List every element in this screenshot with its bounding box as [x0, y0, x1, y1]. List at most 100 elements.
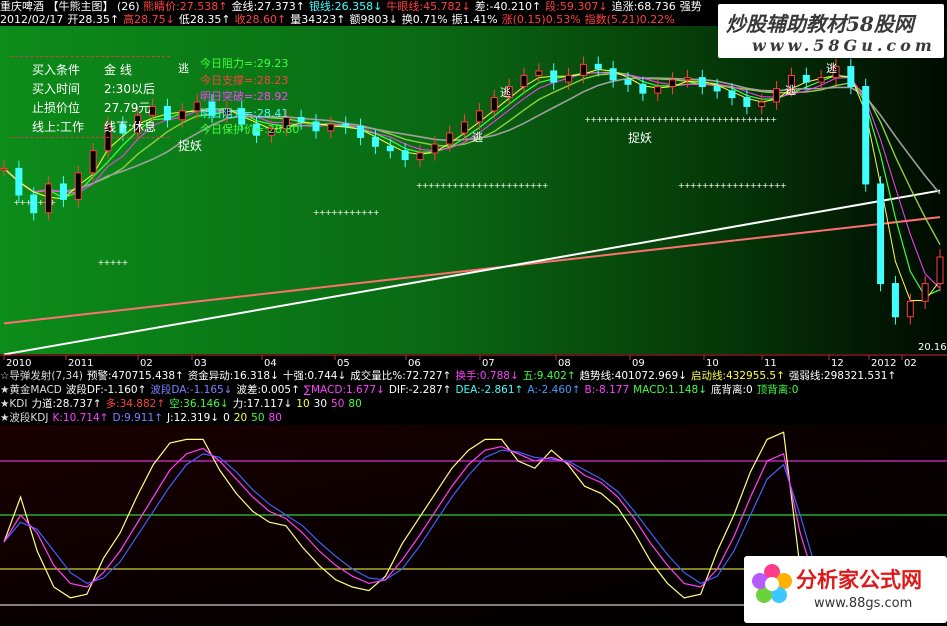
axis-tick-label: 03 — [194, 358, 207, 369]
indicator-item: ∑MACD:1.677↓ — [303, 384, 385, 396]
indicator-item: 资金异动:16.318↓ — [187, 370, 279, 382]
watermark-bottom-url: www.88gs.com — [814, 596, 913, 611]
indicator-row[interactable]: ☆导弹发射(7,34) 预警:470715.438↑ 资金异动:16.318↓ 十强:… — [0, 369, 947, 383]
formula-tab[interactable]: 【牛熊主图】 — [48, 0, 114, 13]
indicator-item: ★KDI — [0, 398, 28, 410]
indicator-item: 强弱线:298321.531↑ — [788, 370, 897, 382]
header-quote-item: 牛眼线:45.782↓ — [386, 0, 471, 13]
candle-body — [30, 194, 38, 214]
info-row: 线上:工作 线下:休息 — [32, 118, 156, 135]
buy-info-box: 买入条件 金 线买入时间 2:30以后 止损价位 27.79元 线上:工作 线下:休息 — [10, 56, 170, 138]
header-quote-item: 强势 — [679, 0, 702, 13]
candle-body — [89, 150, 97, 174]
header-ohlc-item: 指数(5.21)0.22% — [584, 13, 675, 26]
indicator-item: 多:34.882↑ — [105, 398, 166, 410]
info-label: 买入条件 — [32, 63, 81, 77]
indicator-item: 启动线:432955.5↑ — [690, 370, 785, 382]
price-level-item: 今日阻力=:29.23 — [200, 57, 289, 70]
info-row: 止损价位 27.79元 — [32, 99, 150, 116]
axis-tick-label: 06 — [408, 358, 421, 369]
candle-body — [936, 256, 944, 285]
axis-tick-label: 08 — [558, 358, 571, 369]
indicator-item: MACD:1.148↓ — [633, 384, 707, 396]
header-quote-item: 差:-40.210↑ — [474, 0, 542, 13]
axis-tick-label: 09 — [632, 358, 645, 369]
header-ohlc-item: 换0.71% — [401, 13, 448, 26]
candle-body — [669, 79, 677, 87]
axis-tick-label: 12 — [831, 358, 844, 369]
candle-body — [802, 74, 810, 83]
signal-dash: + — [122, 258, 129, 267]
stock-chart-window: + + + + + + + + + + + + + + + + + + + + + + + + + + + + + + + + + + + + + + + +… — [0, 0, 947, 623]
indicator-item: 50 — [251, 412, 265, 424]
escape-label: 逃 — [785, 84, 796, 97]
axis-tick-label: 10 — [706, 358, 719, 369]
price-level-item: 今日支撑=:28.23 — [200, 73, 289, 87]
indicator-item: 顶背离:0 — [756, 384, 799, 396]
candle-body — [654, 86, 662, 94]
watermark-bottom-title: 分析家公式网 — [796, 568, 922, 592]
axis-tick-label: 2010 — [6, 358, 31, 369]
watermark-top: 炒股辅助教材58股网 www.58Gu.com — [718, 4, 944, 58]
candle-body — [15, 167, 23, 196]
header-quote-item: 追涨:68.736 — [611, 0, 676, 13]
header-quote-item: 银线:26.358↓ — [308, 0, 383, 13]
signal-dash: + — [780, 181, 787, 190]
candle-body — [74, 172, 82, 200]
candle-body — [446, 132, 454, 145]
escape-label: 逃 — [500, 86, 511, 99]
indicator-item: 80 — [268, 412, 282, 424]
header-row-ohlc: 2012/02/17 开28.35↑ 高28.75↓ 低28.35↑ 收28.60↑ 量3… — [0, 13, 679, 26]
signal-dash: + — [542, 181, 549, 190]
candle-body — [728, 90, 736, 99]
candle-body — [178, 110, 186, 121]
formula-tab-count: (26) — [117, 0, 140, 13]
indicator-item: B:-8.177 — [584, 384, 630, 396]
indicator-item: A:-2.460↑ — [527, 384, 581, 396]
indicator-row[interactable]: ★KDI 力道:28.737↑ 多:34.882↑ 空:36.146↓ 力:17.117… — [0, 397, 947, 411]
candle-body — [624, 79, 632, 85]
indicator-row[interactable]: ★波段KDJ K:10.714↑ D:9.911↑ J:12.319↓ 0 20 50 80 — [0, 411, 947, 425]
info-label: 线上:工作 — [32, 120, 85, 134]
header-ohlc-item: 振1.41% — [451, 13, 498, 26]
indicator-item: 波段DF:-1.160↑ — [65, 384, 147, 396]
indicator-item: 成交量比%:72.727↑ — [350, 370, 452, 382]
indicator-item: 10 — [296, 398, 310, 410]
candle-body — [594, 63, 602, 70]
candle-body — [401, 150, 409, 161]
header-quote-item: 段:59.307↓ — [545, 0, 608, 13]
candle-body — [431, 143, 439, 154]
candle-body — [639, 83, 647, 94]
indicator-item: 波段DA:-1.165↓ — [150, 384, 233, 396]
axis-tick-label: 02 — [904, 358, 917, 369]
candle-body — [683, 77, 691, 81]
candle-body — [921, 283, 929, 302]
price-level-item: 今日保护价=:28.80 — [200, 123, 300, 136]
info-value: 金 线 — [104, 63, 132, 77]
watermark-bottom: 分析家公式网 www.88gs.com — [744, 556, 947, 623]
indicator-item: ★波段KDJ — [0, 412, 49, 424]
indicator-item: D:9.911↑ — [112, 412, 163, 424]
indicator-item: 空:36.146↓ — [169, 398, 229, 410]
indicator-rows: ☆导弹发射(7,34) 预警:470715.438↑ 资金异动:16.318↓ 十强:… — [0, 369, 947, 425]
catch-label: 捉妖 — [628, 130, 652, 145]
escape-label: 逃 — [178, 62, 189, 75]
indicator-item: ☆导弹发射(7,34) — [0, 370, 83, 382]
price-level-item: 明日阻力=:28.41 — [200, 106, 289, 120]
axis-tick-label: 2012 — [871, 358, 896, 369]
indicator-row[interactable]: ★黄金MACD 波段DF:-1.160↑ 波段DA:-1.165↓ 波差:0.005↑… — [0, 383, 947, 397]
candle-body — [743, 97, 751, 107]
indicator-item: 预警:470715.438↑ — [87, 370, 184, 382]
indicator-item: 力道:28.737↑ — [31, 398, 102, 410]
header-ohlc-item: 低28.35↑ — [178, 13, 231, 26]
candle-body — [386, 145, 394, 152]
header-quote-item: 金线:27.373↑ — [231, 0, 305, 13]
indicator-item: 底背离:0 — [711, 384, 753, 396]
indicator-item: DEA:-2.861↑ — [455, 384, 524, 396]
candle-body — [906, 300, 914, 318]
flower-logo-icon — [752, 564, 792, 604]
candle-body — [862, 86, 870, 185]
stock-name[interactable]: 重庆啤酒 — [0, 0, 44, 13]
candle-body — [817, 77, 825, 83]
candle-body — [59, 183, 67, 200]
